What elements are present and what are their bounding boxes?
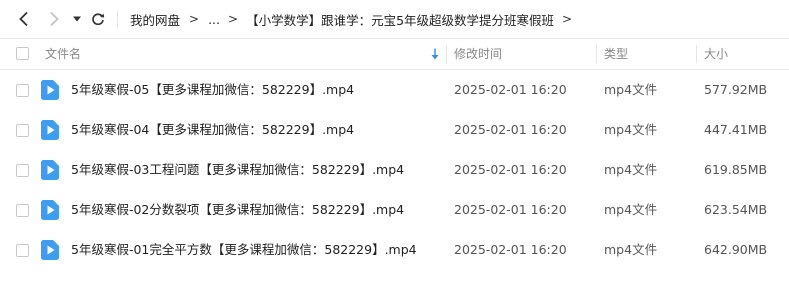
video-file-icon xyxy=(41,80,59,100)
column-divider xyxy=(446,45,447,63)
history-dropdown-button[interactable] xyxy=(70,9,84,29)
breadcrumb-separator: > xyxy=(228,12,239,26)
file-type: mp4文件 xyxy=(604,122,658,137)
column-divider xyxy=(596,45,597,63)
forward-button[interactable] xyxy=(44,9,64,29)
breadcrumb-separator: > xyxy=(562,12,573,26)
file-modified: 2025-02-01 16:20 xyxy=(454,122,567,137)
back-button[interactable] xyxy=(14,9,34,29)
file-name[interactable]: 5年级寒假-05【更多课程加微信：582229】.mp4 xyxy=(71,70,354,110)
video-file-icon xyxy=(41,240,59,260)
row-checkbox[interactable] xyxy=(16,244,29,257)
table-header: 文件名 修改时间 类型 大小 xyxy=(0,38,789,70)
file-modified: 2025-02-01 16:20 xyxy=(454,202,567,217)
file-name[interactable]: 5年级寒假-02分数裂项【更多课程加微信：582229】.mp4 xyxy=(71,190,404,230)
table-row[interactable]: 5年级寒假-03工程问题【更多课程加微信：582229】.mp4 2025-02… xyxy=(0,150,789,190)
table-row[interactable]: 5年级寒假-05【更多课程加微信：582229】.mp4 2025-02-01 … xyxy=(0,70,789,110)
file-size: 642.90MB xyxy=(704,242,768,257)
column-divider xyxy=(696,45,697,63)
breadcrumb-item-my-drive[interactable]: 我的网盘 xyxy=(130,10,180,29)
caret-down-icon xyxy=(73,16,81,22)
file-type: mp4文件 xyxy=(604,202,658,217)
file-name[interactable]: 5年级寒假-01完全平方数【更多课程加微信：582229】.mp4 xyxy=(71,230,417,270)
select-all-checkbox[interactable] xyxy=(16,47,29,60)
file-modified: 2025-02-01 16:20 xyxy=(454,162,567,177)
row-checkbox[interactable] xyxy=(16,84,29,97)
file-type: mp4文件 xyxy=(604,82,658,97)
column-header-modified[interactable]: 修改时间 xyxy=(454,39,502,69)
breadcrumb-separator: > xyxy=(189,12,200,26)
file-modified: 2025-02-01 16:20 xyxy=(454,242,567,257)
file-size: 447.41MB xyxy=(704,122,768,137)
table-row[interactable]: 5年级寒假-02分数裂项【更多课程加微信：582229】.mp4 2025-02… xyxy=(0,190,789,230)
sort-descending-icon[interactable] xyxy=(430,48,440,60)
refresh-button[interactable] xyxy=(88,9,108,29)
breadcrumb-item-ellipsis[interactable]: ... xyxy=(208,12,220,27)
video-file-icon xyxy=(41,160,59,180)
video-file-icon xyxy=(41,120,59,140)
file-modified: 2025-02-01 16:20 xyxy=(454,82,567,97)
table-row[interactable]: 5年级寒假-01完全平方数【更多课程加微信：582229】.mp4 2025-0… xyxy=(0,230,789,270)
row-checkbox[interactable] xyxy=(16,124,29,137)
file-name[interactable]: 5年级寒假-04【更多课程加微信：582229】.mp4 xyxy=(71,110,354,150)
toolbar: 我的网盘 > ... > 【小学数学】跟谁学：元宝5年级超级数学提分班寒假班 > xyxy=(0,0,789,38)
column-header-name[interactable]: 文件名 xyxy=(45,39,81,69)
file-name[interactable]: 5年级寒假-03工程问题【更多课程加微信：582229】.mp4 xyxy=(71,150,404,190)
breadcrumb-item-current-folder[interactable]: 【小学数学】跟谁学：元宝5年级超级数学提分班寒假班 xyxy=(246,10,554,29)
column-header-size[interactable]: 大小 xyxy=(704,39,728,69)
table-row[interactable]: 5年级寒假-04【更多课程加微信：582229】.mp4 2025-02-01 … xyxy=(0,110,789,150)
chevron-left-icon xyxy=(19,11,28,27)
breadcrumb: 我的网盘 > ... > 【小学数学】跟谁学：元宝5年级超级数学提分班寒假班 > xyxy=(130,0,580,38)
toolbar-divider xyxy=(117,11,118,27)
row-checkbox[interactable] xyxy=(16,164,29,177)
row-checkbox[interactable] xyxy=(16,204,29,217)
file-size: 619.85MB xyxy=(704,162,768,177)
video-file-icon xyxy=(41,200,59,220)
column-header-type[interactable]: 类型 xyxy=(604,39,628,69)
file-size: 623.54MB xyxy=(704,202,768,217)
chevron-right-icon xyxy=(50,11,59,27)
file-type: mp4文件 xyxy=(604,162,658,177)
refresh-icon xyxy=(92,13,105,26)
file-size: 577.92MB xyxy=(704,82,768,97)
file-type: mp4文件 xyxy=(604,242,658,257)
